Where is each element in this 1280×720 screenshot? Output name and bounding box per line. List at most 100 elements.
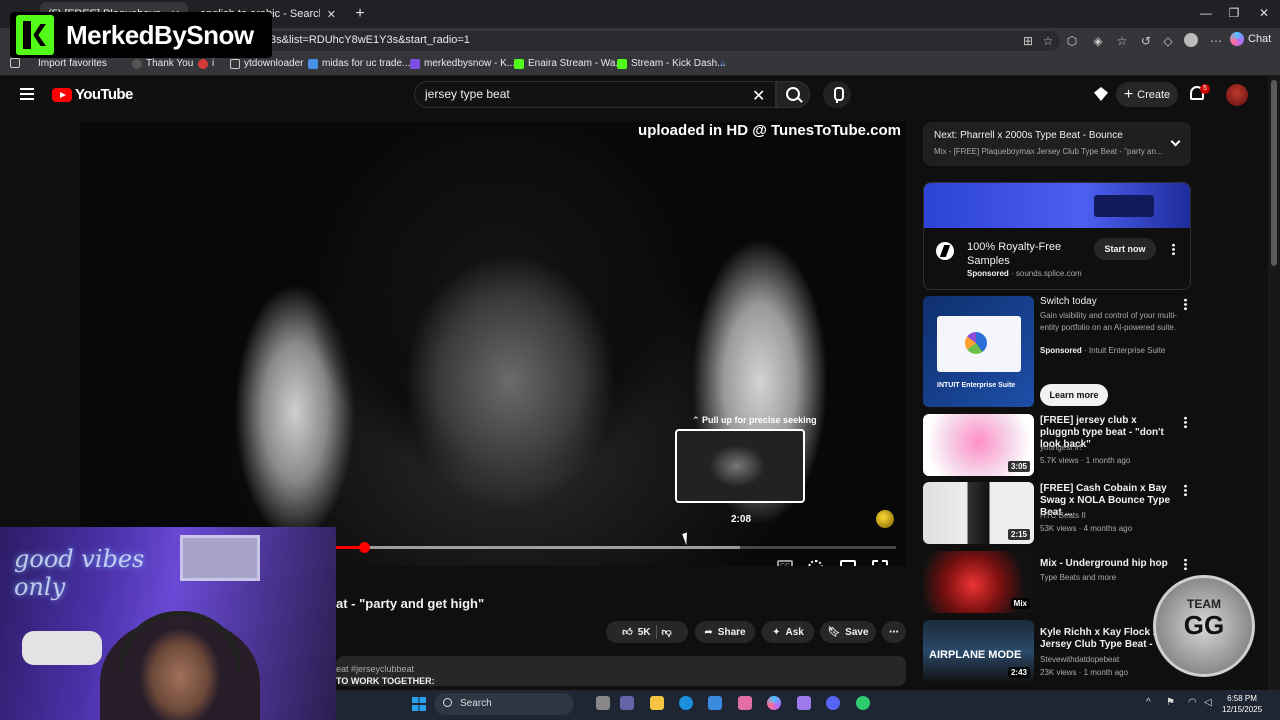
bookmark-ytdownloader[interactable]: ytdownloader [230, 58, 303, 69]
discord-icon[interactable] [826, 696, 840, 710]
bookmark-midas[interactable]: midas for uc trade... [308, 58, 410, 69]
create-button[interactable]: + Create [1116, 82, 1178, 107]
bookmark-thankyou[interactable]: Thank You [132, 58, 193, 69]
search-box[interactable] [414, 81, 776, 108]
headset [118, 611, 242, 671]
apps-icon[interactable]: ⊞ [1020, 33, 1036, 49]
rec-title[interactable]: Mix - Underground hip hop [1040, 558, 1176, 570]
close-tab-icon[interactable]: ✕ [327, 8, 336, 21]
rec-channel[interactable]: Type Beats and more [1040, 573, 1116, 582]
new-tab-icon[interactable]: + [350, 4, 370, 24]
favorites-icon[interactable]: ☆ [1114, 33, 1130, 49]
ad-title[interactable]: Switch today [1040, 296, 1097, 307]
minimize-icon[interactable]: — [1196, 6, 1216, 20]
tray-chevron-icon[interactable]: ^ [1146, 697, 1151, 708]
bookmark-kick-dash[interactable]: Stream - Kick Dash... [617, 58, 725, 69]
volume-icon[interactable]: ◁ [1204, 697, 1212, 708]
kebab-menu-icon[interactable] [1172, 243, 1175, 256]
edge-icon[interactable] [679, 696, 693, 710]
progress-scrubber-handle[interactable] [359, 542, 371, 553]
url-field[interactable]: 3s&list=RDUhcY8wE1Y3s&start_radio=1 [240, 31, 1060, 51]
seek-preview-thumbnail [675, 429, 805, 503]
kebab-menu-icon[interactable] [1184, 558, 1187, 571]
rec-channel[interactable]: Stevewithdatdopebeat [1040, 655, 1119, 664]
bookmark-i[interactable]: i [198, 58, 214, 69]
wifi-icon[interactable]: ◠ [1188, 697, 1197, 708]
copilot-icon[interactable] [767, 696, 781, 710]
thumbs-down-icon[interactable]: 👎︎ [662, 626, 672, 638]
copilot-icon[interactable]: ◈ [1090, 33, 1106, 49]
windows-start-icon[interactable] [412, 697, 426, 711]
ad-description: Gain visibility and control of your mult… [1040, 311, 1177, 332]
kebab-menu-icon[interactable] [1184, 298, 1187, 311]
store-icon[interactable] [708, 696, 722, 710]
favorite-star-icon[interactable]: ☆ [1040, 33, 1056, 49]
more-actions-icon[interactable]: ⋯ [882, 621, 906, 643]
chat-button[interactable]: Chat [1230, 32, 1271, 46]
captions-button[interactable]: CC [777, 560, 793, 566]
teams-icon[interactable] [620, 696, 634, 710]
bookmark-merkedbysnow[interactable]: merkedbysnow - K... [410, 58, 515, 69]
bookmark-folder-icon[interactable] [10, 58, 20, 68]
splice-ad-card[interactable]: 100% Royalty-Free Samples Sponsored · so… [923, 182, 1191, 290]
channel-watermark-icon[interactable] [876, 510, 894, 528]
video-player[interactable]: uploaded in HD @ TunesToTube.com ⌃ Pull … [80, 122, 906, 566]
description-box[interactable]: eat #jerseyclubbeat TO WORK TOGETHER: [336, 656, 906, 686]
folder-icon [230, 58, 240, 69]
search-button[interactable] [776, 81, 810, 108]
splice-logo-icon [936, 242, 954, 260]
youtube-logo[interactable]: YouTube [52, 86, 133, 103]
clear-search-icon[interactable]: ✕ [752, 86, 765, 106]
learn-more-button[interactable]: Learn more [1040, 384, 1108, 406]
task-view-icon[interactable] [596, 696, 610, 710]
share-button[interactable]: ➦ Share [695, 621, 755, 643]
search-input[interactable] [425, 87, 725, 101]
kebab-menu-icon[interactable] [1184, 416, 1187, 429]
close-window-icon[interactable]: ✕ [1254, 6, 1274, 20]
next-up-card[interactable]: Next: Pharrell x 2000s Type Beat - Bounc… [923, 122, 1191, 166]
rec-channel[interactable]: youngest fr! [1040, 443, 1082, 452]
shield-icon[interactable]: ◇ [1160, 33, 1176, 49]
rec-thumbnail[interactable]: Mix [923, 551, 1034, 613]
extension-icon[interactable]: ⬡ [1064, 33, 1080, 49]
more-menu-icon[interactable]: ⋯ [1208, 33, 1224, 49]
ask-label: Ask [785, 626, 804, 638]
rec-thumbnail[interactable]: AIRPLANE MODE 2:43 [923, 620, 1034, 682]
rec-thumbnail[interactable]: 3:05 [923, 414, 1034, 476]
miniplayer-icon[interactable] [840, 560, 856, 566]
ad-title[interactable]: 100% Royalty-Free Samples [967, 240, 1087, 268]
start-now-button[interactable]: Start now [1094, 238, 1156, 260]
save-button[interactable]: 🔖︎ Save [820, 621, 876, 643]
app-icon[interactable] [797, 696, 811, 710]
bookmark-label: Thank You [146, 58, 194, 69]
tray-app-icon[interactable]: ⚑ [1166, 697, 1175, 708]
rec-channel[interactable]: HTC Beats II [1040, 511, 1086, 520]
file-explorer-icon[interactable] [650, 696, 664, 710]
voice-search-mic-icon[interactable] [823, 81, 851, 108]
obs-icon[interactable] [856, 696, 870, 710]
profile-avatar[interactable] [1184, 33, 1198, 47]
ad-banner-image[interactable] [924, 183, 1190, 228]
bookmark-enaira[interactable]: Enaira Stream - Wa... [514, 58, 624, 69]
rec-thumbnail[interactable]: 2:15 [923, 482, 1034, 544]
taskbar-search[interactable]: Search [434, 693, 574, 715]
app-icon[interactable] [738, 696, 752, 710]
team-gg-text: TEAM GG [1172, 598, 1236, 640]
intuit-ad-thumbnail[interactable]: INTUIT Enterprise Suite [923, 296, 1034, 407]
taskbar-clock[interactable]: 6:58 PM 12/15/2025 [1222, 693, 1262, 715]
scrollbar-thumb[interactable] [1271, 80, 1277, 266]
streamer-name: MerkedBySnow [66, 19, 254, 50]
kebab-menu-icon[interactable] [1184, 484, 1187, 497]
bookmark-search-icon[interactable]: ⌕ [720, 58, 726, 69]
hamburger-menu-icon[interactable] [20, 88, 34, 100]
history-icon[interactable]: ↺ [1138, 33, 1154, 49]
ask-button[interactable]: ✦ Ask [762, 621, 814, 643]
account-avatar[interactable] [1226, 84, 1248, 106]
fullscreen-icon[interactable] [872, 560, 888, 566]
duration-badge: 2:15 [1007, 529, 1030, 540]
bookmark-icon [410, 58, 420, 69]
restore-icon[interactable]: ❐ [1224, 6, 1244, 20]
like-button[interactable]: 👍︎ 5K [622, 626, 650, 639]
bookmark-import[interactable]: Import favorites [38, 58, 107, 69]
team-gg-main: GG [1183, 610, 1225, 640]
